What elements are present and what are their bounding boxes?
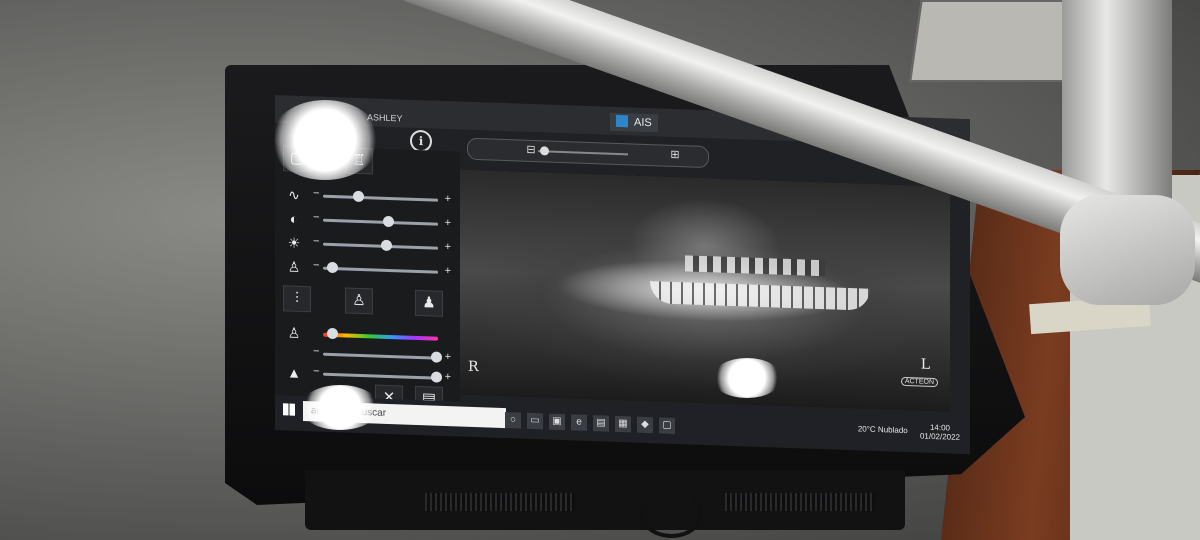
light-reflection — [300, 385, 380, 430]
histogram-icon: ▲ — [287, 364, 301, 381]
taskbar-apps: ○ ▭ ▣ e ▤ ▦ ◆ ▢ — [505, 409, 681, 434]
power-cable — [640, 490, 703, 538]
app-title-badge: AIS — [610, 112, 658, 133]
light-reflection — [270, 100, 380, 180]
contrast-slider-knob[interactable] — [383, 215, 394, 228]
increase-icon[interactable]: + — [445, 241, 451, 253]
color-map-slider[interactable] — [323, 332, 438, 341]
increase-icon[interactable]: + — [445, 351, 451, 363]
sharpness-row: ♙ − + — [283, 255, 453, 283]
zoom-toolbar[interactable]: ⊟ ⊞ — [467, 137, 709, 169]
increase-icon[interactable]: + — [445, 193, 451, 205]
histogram-row: ▲ − + — [283, 361, 453, 389]
app-icon[interactable]: ▦ — [615, 415, 631, 433]
light-reflection — [712, 358, 782, 398]
brightness-icon: ☀ — [287, 234, 301, 251]
curve-slider-knob[interactable] — [353, 190, 364, 203]
zoom-out-icon[interactable]: ⊟ — [524, 143, 538, 157]
increase-icon[interactable]: + — [445, 371, 451, 383]
decrease-icon[interactable]: − — [313, 345, 319, 357]
gamma-slider-track[interactable] — [323, 352, 438, 360]
contrast-icon: ◐ — [289, 210, 299, 227]
system-tray: 20°C Nublado 14:00 01/02/2022 — [858, 420, 960, 442]
decrease-icon[interactable]: − — [313, 187, 319, 199]
increase-icon[interactable]: + — [445, 265, 451, 277]
panoramic-xray-image[interactable]: R L ACTEON — [460, 169, 950, 412]
brightness-row: ☀ − + — [283, 231, 453, 259]
arm-joint — [1060, 195, 1195, 305]
decrease-icon[interactable]: − — [313, 211, 319, 223]
curve-slider-track[interactable] — [323, 194, 438, 202]
adjustments-icon[interactable]: ⫶ — [283, 285, 311, 313]
explorer-icon[interactable]: ▤ — [593, 415, 609, 432]
tooth-icon: ♙ — [287, 258, 301, 275]
app-title-text: AIS — [634, 116, 652, 130]
decrease-icon[interactable]: − — [313, 235, 319, 247]
clock[interactable]: 14:00 01/02/2022 — [920, 423, 960, 442]
curve-adjust-row: ∿ − + — [283, 183, 453, 211]
app-icon[interactable]: ▣ — [549, 413, 565, 431]
histogram-slider-track[interactable] — [323, 372, 438, 380]
edge-icon[interactable]: e — [571, 414, 587, 431]
clock-date: 01/02/2022 — [919, 431, 960, 442]
monitor-vent-left — [425, 493, 575, 511]
tooth-invert-button[interactable]: ♟ — [415, 289, 443, 317]
monitor-vent-right — [725, 493, 875, 511]
left-side-marker: L — [920, 356, 930, 373]
acteon-badge: ACTEON — [900, 376, 938, 388]
histogram-slider-knob[interactable] — [431, 371, 442, 383]
color-tooth-icon: ♙ — [287, 324, 301, 341]
sharpness-slider-track[interactable] — [323, 266, 438, 274]
brightness-slider-knob[interactable] — [381, 239, 392, 252]
contrast-slider-track[interactable] — [323, 218, 438, 226]
gamma-slider-knob[interactable] — [431, 351, 442, 363]
windows-start-icon[interactable] — [283, 403, 295, 416]
decrease-icon[interactable]: − — [313, 259, 319, 271]
increase-icon[interactable]: + — [445, 217, 451, 229]
weather-widget[interactable]: 20°C Nublado — [858, 424, 908, 435]
app-logo-icon — [616, 114, 628, 128]
curve-icon: ∿ — [288, 186, 300, 203]
color-map-knob[interactable] — [327, 327, 338, 340]
adjustment-panel: ▢ ♖ ∿ − + ◐ − + ☀ − + ♙ − + — [275, 145, 460, 413]
app-icon[interactable]: ▢ — [659, 417, 675, 434]
zoom-slider-knob[interactable] — [540, 146, 549, 156]
right-side-marker: R — [468, 358, 479, 376]
ais-app-icon[interactable]: ◆ — [637, 416, 653, 434]
contrast-row: ◐ − + — [283, 207, 453, 235]
decrease-icon[interactable]: − — [313, 365, 319, 377]
zoom-in-icon[interactable]: ⊞ — [668, 148, 682, 162]
task-view-icon[interactable]: ▭ — [527, 412, 543, 430]
cortana-icon[interactable]: ○ — [505, 412, 521, 429]
sharpness-slider-knob[interactable] — [327, 261, 338, 274]
tooth-filter-button[interactable]: ♙ — [345, 287, 373, 315]
zoom-slider-track[interactable] — [538, 150, 628, 156]
